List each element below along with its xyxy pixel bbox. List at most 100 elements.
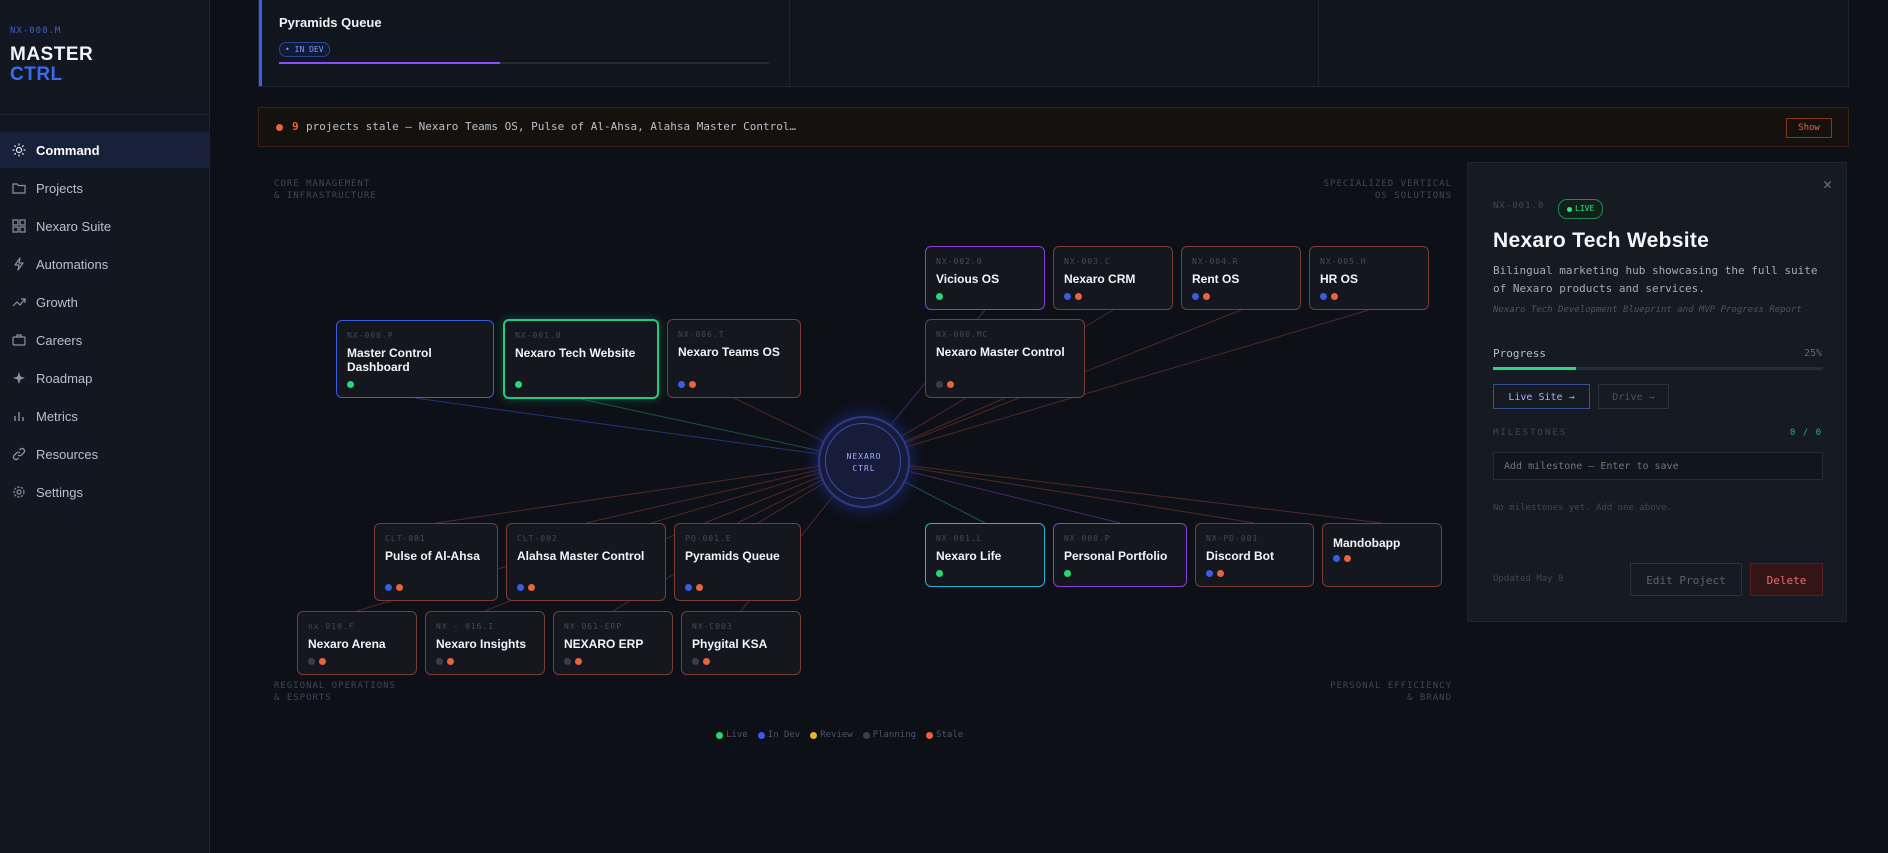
corner-line: & ESPORTS — [274, 693, 332, 703]
project-node[interactable]: NX - 016.I Nexaro Insights — [425, 611, 545, 675]
sparkle-icon — [12, 371, 26, 385]
brand-subtitle: CTRL — [10, 64, 63, 85]
project-node[interactable]: NX-001.0 Nexaro Tech Website — [503, 319, 659, 399]
nav-item-command[interactable]: Command — [0, 132, 209, 168]
status-dot — [1064, 293, 1071, 300]
node-name: Rent OS — [1192, 272, 1240, 286]
nav-item-automations[interactable]: Automations — [0, 246, 209, 282]
project-node[interactable]: NX-000.P Master Control Dashboard — [336, 320, 494, 398]
corner-line: REGIONAL OPERATIONS — [274, 681, 396, 691]
hub-node[interactable]: NEXARO CTRL — [818, 416, 910, 508]
project-name: Pyramids Queue — [279, 15, 382, 30]
live-dot — [1567, 206, 1572, 212]
project-node[interactable]: NX-C003 Phygital KSA — [681, 611, 801, 675]
node-name: HR OS — [1320, 272, 1359, 286]
project-node[interactable]: NX-006.T Nexaro Teams OS — [667, 319, 801, 398]
node-name: Personal Portfolio — [1064, 549, 1168, 563]
node-id: NX-PD-001 — [1206, 534, 1259, 543]
status-dot — [678, 381, 685, 388]
node-name: Nexaro Master Control — [936, 345, 1065, 359]
milestones-label: MILESTONES — [1493, 428, 1568, 438]
corner-line: CORE MANAGEMENT — [274, 179, 371, 189]
graph-edge — [861, 459, 1383, 524]
corner-label-bottom-left: REGIONAL OPERATIONS & ESPORTS — [274, 680, 396, 704]
node-id: NX - 016.I — [436, 622, 495, 631]
nav-item-roadmap[interactable]: Roadmap — [0, 360, 209, 396]
project-node[interactable]: Mandobapp — [1322, 523, 1442, 587]
nav-item-growth[interactable]: Growth — [0, 284, 209, 320]
project-node[interactable]: CLT-002 Alahsa Master Control — [506, 523, 666, 601]
status-dot — [1344, 555, 1351, 562]
project-node[interactable]: NX-005.H HR OS — [1309, 246, 1429, 310]
node-status-dots — [685, 584, 703, 591]
sun-icon — [12, 143, 26, 157]
progress-bar — [279, 62, 769, 64]
nav-label: Command — [36, 142, 100, 158]
project-node[interactable]: CLT-001 Pulse of Al-Ahsa — [374, 523, 498, 601]
corner-line: & INFRASTRUCTURE — [274, 191, 377, 201]
briefcase-icon — [12, 333, 26, 347]
status-dot — [1217, 570, 1224, 577]
nav-item-careers[interactable]: Careers — [0, 322, 209, 358]
status-dot — [347, 381, 354, 388]
progress-fill — [279, 62, 500, 64]
node-status-dots — [436, 658, 454, 665]
node-id: CLT-001 — [385, 534, 426, 543]
status-dot — [689, 381, 696, 388]
node-id: CLT-002 — [517, 534, 558, 543]
legend-item: Review — [810, 730, 853, 740]
close-icon[interactable]: ✕ — [1823, 175, 1832, 193]
legend-label: Stale — [936, 730, 964, 740]
node-id: NX-001.0 — [515, 331, 562, 340]
status-dot — [1192, 293, 1199, 300]
legend-dot — [810, 731, 818, 739]
milestones-count: 0 / 0 — [1789, 428, 1822, 438]
project-node[interactable]: nx-010.F Nexaro Arena — [297, 611, 417, 675]
bars-icon — [12, 409, 26, 423]
delete-button[interactable]: Delete — [1750, 563, 1823, 596]
project-node[interactable]: NX-061-ERP NEXARO ERP — [553, 611, 673, 675]
project-node[interactable]: NX-003.C Nexaro CRM — [1053, 246, 1173, 310]
project-subtitle: Nexaro Tech Development Blueprint and MV… — [1493, 305, 1802, 315]
status-dot — [1320, 293, 1327, 300]
edit-project-button[interactable]: Edit Project — [1630, 563, 1742, 596]
project-node[interactable]: NX-PD-001 Discord Bot — [1195, 523, 1314, 587]
node-id: NX-061-ERP — [564, 622, 623, 631]
status-dot — [1331, 293, 1338, 300]
node-status-dots — [308, 658, 326, 665]
status-dot — [1075, 293, 1082, 300]
project-node[interactable]: PQ-001.E Pyramids Queue — [674, 523, 801, 601]
node-id: NX-000.P — [1064, 534, 1111, 543]
live-site-button[interactable]: Live Site → — [1493, 384, 1590, 409]
drive-button[interactable]: Drive → — [1598, 384, 1669, 409]
project-node[interactable]: NX-000.P Personal Portfolio — [1053, 523, 1187, 587]
node-status-dots — [1064, 293, 1082, 300]
status-dot — [1206, 570, 1213, 577]
nav-item-settings[interactable]: Settings — [0, 474, 209, 510]
nav-item-resources[interactable]: Resources — [0, 436, 209, 472]
grid-icon — [12, 219, 26, 233]
node-id: NX-002.0 — [936, 257, 983, 266]
graph-edge — [414, 397, 863, 461]
nav-item-nexaro-suite[interactable]: Nexaro Suite — [0, 208, 209, 244]
show-button[interactable]: Show — [1786, 118, 1832, 138]
card-accent — [259, 0, 262, 86]
milestone-input[interactable] — [1493, 452, 1823, 480]
corner-label-top-right: SPECIALIZED VERTICAL OS SOLUTIONS — [1230, 178, 1452, 202]
graph-edge — [861, 459, 1255, 524]
project-node[interactable]: NX-000.MC Nexaro Master Control — [925, 319, 1085, 398]
status-dot — [696, 584, 703, 591]
top-project-card[interactable]: Pyramids Queue • IN DEV — [258, 0, 1849, 87]
nav-label: Growth — [36, 294, 78, 310]
status-text: LIVE — [1575, 204, 1595, 213]
node-name: Master Control Dashboard — [347, 346, 432, 374]
project-node[interactable]: NX-002.0 Vicious OS — [925, 246, 1045, 310]
status-dot — [936, 570, 943, 577]
project-node[interactable]: NX-001.L Nexaro Life — [925, 523, 1045, 587]
nav-item-metrics[interactable]: Metrics — [0, 398, 209, 434]
nav-item-projects[interactable]: Projects — [0, 170, 209, 206]
node-name: Nexaro Arena — [308, 637, 386, 651]
alert-message: projects stale — Nexaro Teams OS, Pulse … — [306, 120, 797, 133]
status-dot — [528, 584, 535, 591]
project-node[interactable]: NX-004.R Rent OS — [1181, 246, 1301, 310]
